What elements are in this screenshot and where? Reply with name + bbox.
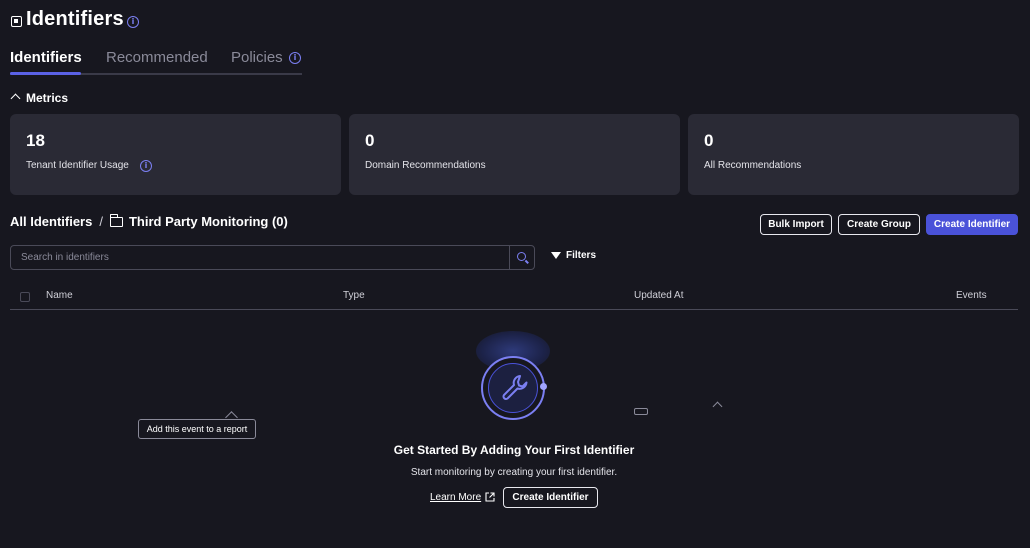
column-header-updated-at[interactable]: Updated At — [634, 290, 683, 301]
tab-policies[interactable]: Policies — [231, 49, 283, 66]
create-group-button[interactable]: Create Group — [838, 214, 920, 235]
column-header-name[interactable]: Name — [46, 290, 73, 301]
page-title: Identifiers — [26, 8, 124, 30]
breadcrumb-current: Third Party Monitoring (0) — [128, 214, 288, 229]
policies-info-icon[interactable]: i — [289, 52, 301, 64]
tab-recommended[interactable]: Recommended — [106, 49, 208, 66]
search-icon — [517, 252, 526, 261]
wrench-icon — [502, 375, 528, 400]
create-identifier-button[interactable]: Create Identifier — [926, 214, 1018, 235]
select-all-checkbox[interactable] — [20, 292, 30, 302]
metric-value: 0 — [704, 131, 714, 150]
filters-button[interactable]: Filters — [551, 250, 596, 261]
metric-card-domain-recommendations: 0 Domain Recommendations — [349, 114, 680, 195]
pill-icon — [634, 408, 648, 415]
filters-label: Filters — [566, 250, 597, 261]
search-input[interactable]: Search in identifiers — [10, 245, 510, 270]
empty-state-title: Get Started By Adding Your First Identif… — [393, 443, 635, 457]
external-link-icon[interactable] — [485, 492, 495, 502]
bulk-import-button[interactable]: Bulk Import — [760, 214, 832, 235]
filter-icon — [551, 252, 561, 259]
chevron-up-icon[interactable] — [10, 93, 21, 104]
empty-state-create-identifier-button[interactable]: Create Identifier — [503, 487, 598, 508]
metric-label: Tenant Identifier Usage — [26, 160, 129, 171]
metric-label: All Recommendations — [704, 160, 802, 171]
folder-icon — [109, 213, 123, 227]
breadcrumb-root[interactable]: All Identifiers — [10, 214, 92, 229]
metric-card-tenant-usage: 18 Tenant Identifier Usage i — [10, 114, 341, 195]
metric-value: 18 — [26, 131, 45, 150]
chevron-up-icon — [712, 401, 723, 412]
illustration-dot — [540, 383, 547, 390]
learn-more-link[interactable]: Learn More — [430, 492, 481, 503]
breadcrumb-separator: / — [99, 214, 103, 229]
metric-value: 0 — [365, 131, 375, 150]
column-header-type[interactable]: Type — [343, 290, 365, 301]
metrics-title[interactable]: Metrics — [26, 91, 68, 105]
active-tab-indicator — [10, 72, 81, 75]
page-icon — [11, 16, 22, 27]
breadcrumb: All Identifiers / Third Party Monitoring… — [10, 213, 288, 229]
metric-label: Domain Recommendations — [365, 160, 486, 171]
tooltip: Add this event to a report — [138, 419, 256, 439]
column-header-events[interactable]: Events — [956, 290, 987, 301]
info-icon[interactable]: i — [127, 16, 139, 28]
info-icon[interactable]: i — [140, 160, 152, 172]
table-header-divider — [10, 309, 1018, 310]
tab-identifiers[interactable]: Identifiers — [10, 49, 82, 66]
metric-card-all-recommendations: 0 All Recommendations — [688, 114, 1019, 195]
search-button[interactable] — [509, 245, 535, 270]
empty-state-subtitle: Start monitoring by creating your first … — [410, 467, 618, 478]
